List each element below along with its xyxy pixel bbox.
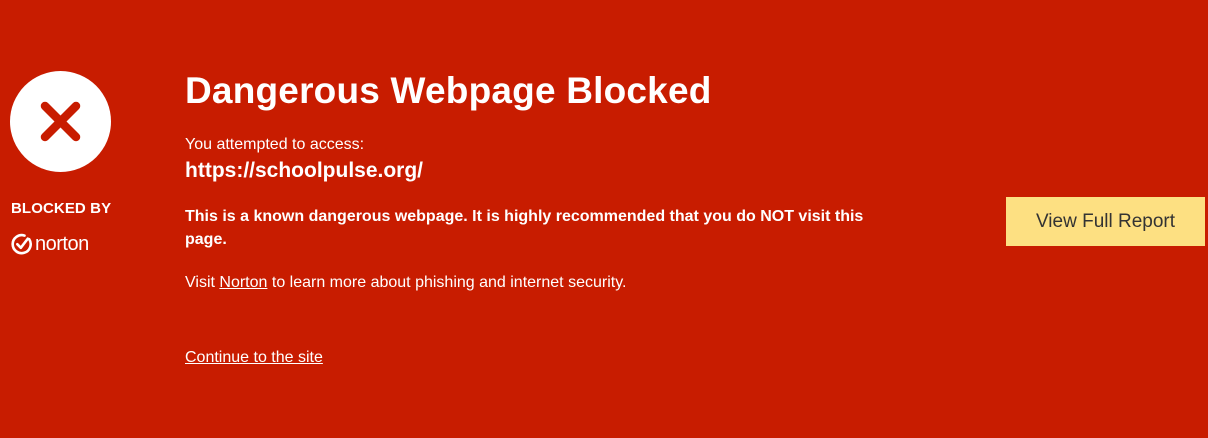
blocked-url: https://schoolpulse.org/ bbox=[185, 159, 424, 182]
blocked-page: BLOCKED BY norton Dangerous Webpage Bloc… bbox=[0, 0, 1208, 438]
learn-more-prefix: Visit bbox=[185, 274, 220, 291]
danger-warning-text: This is a known dangerous webpage. It is… bbox=[185, 208, 864, 248]
blocked-status-icon bbox=[10, 71, 111, 172]
attempt-label: You attempted to access: bbox=[185, 136, 365, 153]
blocked-by-label: BLOCKED BY bbox=[11, 200, 112, 217]
close-cross-icon bbox=[40, 101, 81, 142]
norton-check-icon bbox=[11, 233, 32, 255]
norton-link[interactable]: Norton bbox=[219, 274, 267, 291]
view-full-report-button[interactable]: View Full Report bbox=[1006, 197, 1205, 246]
norton-logo: norton bbox=[10, 232, 89, 256]
norton-wordmark: norton bbox=[35, 233, 89, 255]
learn-more-text: Visit Norton to learn more about phishin… bbox=[185, 273, 626, 293]
page-title: Dangerous Webpage Blocked bbox=[185, 70, 712, 111]
continue-to-site-link[interactable]: Continue to the site bbox=[185, 348, 323, 368]
learn-more-suffix: to learn more about phishing and interne… bbox=[267, 274, 627, 291]
